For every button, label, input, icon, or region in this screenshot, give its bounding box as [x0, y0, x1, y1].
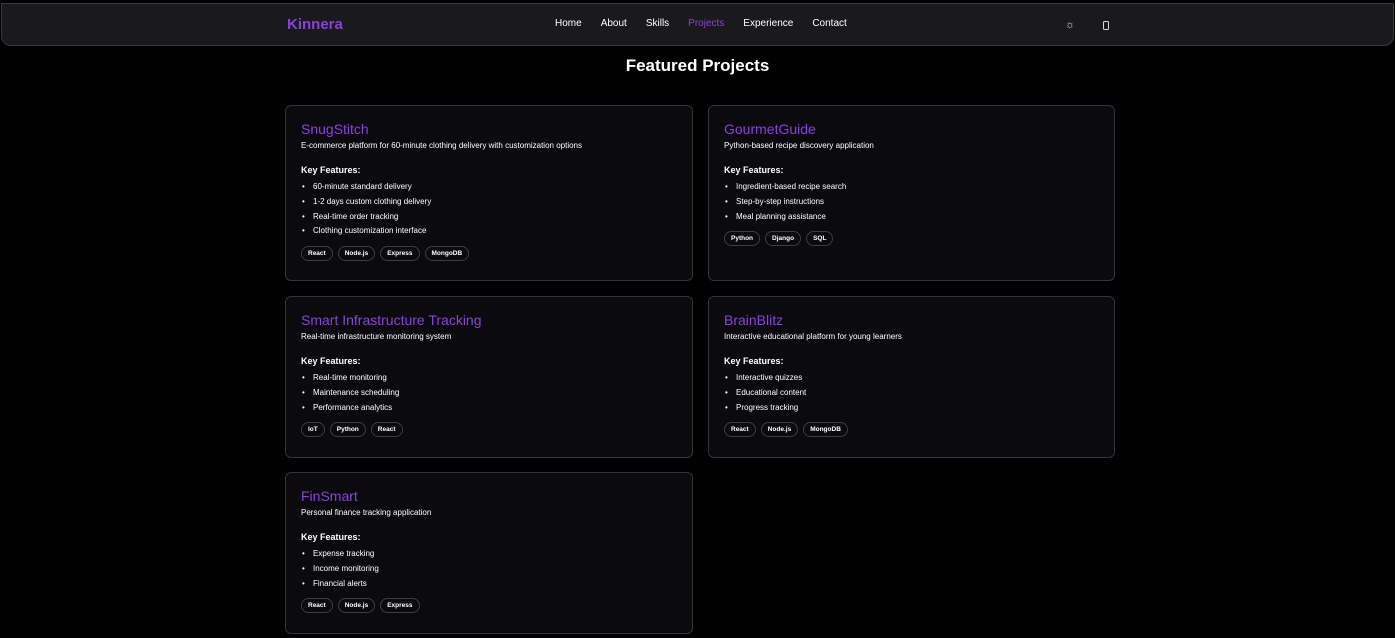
page-title: Featured Projects [625, 56, 770, 75]
features-heading: Key Features: [301, 532, 361, 542]
tech-tag: MongoDB [803, 422, 848, 438]
feature-list: Ingredient-based recipe search Step-by-s… [724, 180, 1099, 224]
feature-item: Interactive quizzes [724, 371, 1099, 386]
tech-tag: Node.js [337, 598, 376, 614]
project-description: Python-based recipe discovery applicatio… [724, 141, 874, 150]
features-heading: Key Features: [301, 356, 361, 366]
feature-item: 1-2 days custom clothing delivery [301, 195, 677, 210]
project-card: BrainBlitz Interactive educational platf… [708, 296, 1115, 458]
project-title: GourmetGuide [724, 121, 816, 137]
project-description: Personal finance tracking application [301, 508, 432, 517]
tech-tag: Node.js [337, 246, 376, 262]
tech-tag: React [724, 422, 756, 438]
project-card: GourmetGuide Python-based recipe discove… [708, 105, 1115, 281]
feature-list: Interactive quizzes Educational content … [724, 371, 1099, 415]
tech-tag: Node.js [760, 422, 799, 438]
project-title: BrainBlitz [724, 312, 784, 328]
nav-link-projects[interactable]: Projects [688, 18, 724, 29]
tech-tag: React [301, 246, 333, 262]
tech-tag: SQL [806, 231, 834, 247]
project-card: FinSmart Personal finance tracking appli… [285, 472, 693, 634]
tech-tags: IoT Python React [301, 422, 677, 438]
tech-tag: React [301, 598, 333, 614]
brand-logo[interactable]: Kinnera [287, 16, 343, 33]
nav-link-contact[interactable]: Contact [812, 18, 846, 29]
project-description: E-commerce platform for 60-minute clothi… [301, 141, 583, 150]
feature-list: Real-time monitoring Maintenance schedul… [301, 371, 677, 415]
tech-tag: Django [765, 231, 802, 247]
nav-link-skills[interactable]: Skills [646, 18, 669, 29]
feature-item: Progress tracking [724, 401, 1099, 416]
features-heading: Key Features: [724, 165, 784, 175]
nav-links: Home About Skills Projects Experience Co… [555, 18, 866, 29]
feature-list: Expense tracking Income monitoring Finan… [301, 547, 677, 591]
features-heading: Key Features: [301, 165, 361, 175]
tech-tag: React [370, 422, 403, 438]
tech-tags: React Node.js Express [301, 598, 677, 614]
mobile-icon[interactable] [1098, 17, 1114, 33]
tech-tag: Express [380, 598, 420, 614]
feature-item: Performance analytics [301, 401, 677, 416]
tech-tags: Python Django SQL [724, 231, 1099, 247]
project-title: Smart Infrastructure Tracking [301, 312, 482, 328]
feature-item: Ingredient-based recipe search [724, 180, 1099, 195]
project-title: FinSmart [301, 488, 358, 504]
tech-tag: MongoDB [424, 246, 470, 262]
feature-item: Meal planning assistance [724, 210, 1099, 225]
feature-item: 60-minute standard delivery [301, 180, 677, 195]
feature-item: Expense tracking [301, 547, 677, 562]
feature-item: Educational content [724, 386, 1099, 401]
feature-item: Real-time monitoring [301, 371, 677, 386]
project-card: Smart Infrastructure Tracking Real-time … [285, 296, 693, 458]
feature-item: Step-by-step instructions [724, 195, 1099, 210]
sun-icon[interactable]: ☼ [1062, 17, 1078, 33]
feature-item: Income monitoring [301, 562, 677, 577]
nav-link-home[interactable]: Home [555, 18, 582, 29]
features-heading: Key Features: [724, 356, 784, 366]
tech-tags: React Node.js MongoDB [724, 422, 1099, 438]
feature-item: Maintenance scheduling [301, 386, 677, 401]
project-description: Real-time infrastructure monitoring syst… [301, 332, 452, 341]
project-card: SnugStitch E-commerce platform for 60-mi… [285, 105, 693, 281]
project-title: SnugStitch [301, 121, 369, 137]
navbar: Kinnera Home About Skills Projects Exper… [1, 3, 1394, 46]
tech-tag: IoT [301, 422, 325, 438]
nav-link-about[interactable]: About [601, 18, 627, 29]
feature-item: Financial alerts [301, 577, 677, 592]
feature-item: Real-time order tracking [301, 210, 677, 225]
tech-tag: Python [329, 422, 366, 438]
tech-tag: Python [724, 231, 761, 247]
project-description: Interactive educational platform for you… [724, 332, 902, 341]
tech-tag: Express [380, 246, 420, 262]
feature-list: 60-minute standard delivery 1-2 days cus… [301, 180, 677, 239]
feature-item: Clothing customization interface [301, 224, 677, 239]
nav-link-experience[interactable]: Experience [743, 18, 793, 29]
tech-tags: React Node.js Express MongoDB [301, 246, 677, 262]
